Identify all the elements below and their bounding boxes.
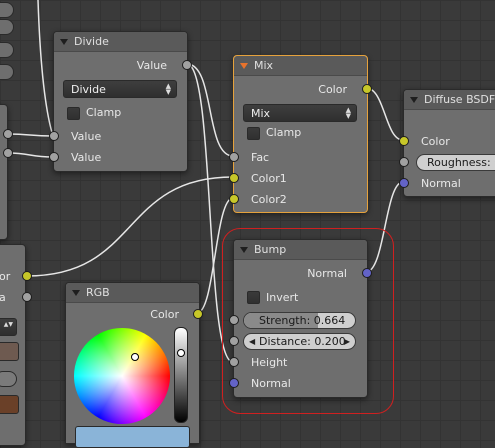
link-bump-to-diffuse-normal <box>365 181 404 273</box>
dropdown-arrows-icon: ▲▼ <box>345 106 351 120</box>
bump-input-normal-socket[interactable] <box>229 378 239 388</box>
mix-node-header[interactable]: Mix <box>234 56 367 76</box>
left-node-color-swatch-1[interactable] <box>0 342 19 361</box>
increment-arrow-icon[interactable]: ▶ <box>344 337 350 346</box>
mix-input-color2-socket[interactable] <box>229 194 239 204</box>
mix-node[interactable]: Mix Color Mix ▲ ▼ Clamp Fac Color1 Color2 <box>233 55 368 213</box>
diffuse-input-roughness-socket[interactable] <box>399 157 409 167</box>
bump-output-socket[interactable] <box>362 268 372 278</box>
divide-input-value-2-label: Value <box>71 151 102 164</box>
collapse-triangle-icon[interactable] <box>410 96 418 103</box>
left-partial-node-upper[interactable] <box>0 104 8 240</box>
divide-operation-value: Divide <box>71 82 106 96</box>
mix-node-title: Mix <box>254 59 274 72</box>
collapse-triangle-icon[interactable] <box>72 289 80 296</box>
link-left-to-divide-value1 <box>7 133 54 137</box>
left-node-button-2[interactable] <box>0 19 14 35</box>
bump-input-normal-label: Normal <box>251 377 291 390</box>
rgb-output-socket[interactable] <box>193 309 203 319</box>
rgb-output-label: Color <box>150 308 179 321</box>
bump-output-label: Normal <box>307 267 347 280</box>
collapse-triangle-icon[interactable] <box>240 62 248 69</box>
left-node-button-1[interactable] <box>0 2 14 18</box>
diffuse-input-color-label: Color <box>421 135 450 148</box>
diffuse-node-header[interactable]: Diffuse BSDF <box>404 90 495 110</box>
diffuse-node-title: Diffuse BSDF <box>424 93 495 106</box>
left-node-color-swatch-2[interactable] <box>0 395 19 414</box>
divide-node-header[interactable]: Divide <box>54 32 187 52</box>
mix-blend-type-dropdown[interactable]: Mix ▲ ▼ <box>243 104 357 122</box>
mix-clamp-checkbox[interactable] <box>247 127 260 140</box>
rgb-node-header[interactable]: RGB <box>66 283 199 303</box>
mix-input-fac-label: Fac <box>251 151 270 164</box>
mix-clamp-label: Clamp <box>266 126 302 139</box>
brightness-slider-handle[interactable] <box>177 349 185 357</box>
collapse-triangle-icon[interactable] <box>240 246 248 253</box>
left-node-output-socket-2[interactable] <box>3 148 13 158</box>
mix-output-socket[interactable] <box>362 84 372 94</box>
bump-node[interactable]: Bump Normal Invert Strength: 0.664 ◀ Dis… <box>233 239 368 398</box>
divide-node[interactable]: Divide Value Divide ▲ ▼ Clamp Value Value <box>53 31 188 172</box>
link-left-wire-into-divide <box>37 0 54 137</box>
bump-strength-socket[interactable] <box>229 315 239 325</box>
left-node-color-output-socket[interactable] <box>22 271 32 281</box>
left-node-output-socket-1[interactable] <box>3 129 13 139</box>
left-node-socket-label-2: a <box>0 291 6 304</box>
divide-input-socket-2[interactable] <box>49 152 59 162</box>
left-node-button-3[interactable] <box>0 42 14 58</box>
rgb-node[interactable]: RGB Color <box>65 282 200 448</box>
mix-input-fac-socket[interactable] <box>229 152 239 162</box>
color-wheel-picker[interactable] <box>131 353 139 361</box>
divide-operation-dropdown[interactable]: Divide ▲ ▼ <box>63 80 177 98</box>
diffuse-bsdf-node[interactable]: Diffuse BSDF Color Roughness: 0 Normal <box>403 89 495 197</box>
left-node-button-4[interactable] <box>0 64 14 80</box>
bump-invert-label: Invert <box>266 291 299 304</box>
diffuse-roughness-label: Roughness: <box>427 156 491 169</box>
dropdown-arrows-icon: ▲▼ <box>3 321 13 328</box>
diffuse-input-normal-label: Normal <box>421 177 461 190</box>
divide-node-title: Divide <box>74 35 109 48</box>
mix-output-label: Color <box>318 83 347 96</box>
link-left-to-mix-color1 <box>26 176 234 277</box>
divide-input-value-1-label: Value <box>71 130 102 143</box>
divide-clamp-label: Clamp <box>86 106 122 119</box>
link-mix-to-diffuse-color <box>365 87 404 141</box>
bump-distance-field[interactable]: ◀ Distance: 0.200 ▶ <box>243 333 356 350</box>
brightness-slider[interactable] <box>174 327 188 423</box>
divide-clamp-checkbox[interactable] <box>67 107 80 120</box>
mix-blend-type-value: Mix <box>251 106 271 120</box>
rgb-node-title: RGB <box>86 286 110 299</box>
bump-invert-checkbox[interactable] <box>247 291 260 304</box>
bump-input-height-socket[interactable] <box>229 357 239 367</box>
bump-strength-slider[interactable]: Strength: 0.664 <box>243 312 356 329</box>
diffuse-roughness-field[interactable]: Roughness: 0 <box>416 154 495 171</box>
link-rgb-to-mix-color2 <box>196 197 234 314</box>
left-node-socket-label-1: or <box>0 270 11 283</box>
collapse-triangle-icon[interactable] <box>60 38 68 45</box>
bump-strength-label: Strength: <box>259 314 311 327</box>
left-node-dropdown[interactable]: ▲▼ <box>0 318 17 336</box>
divide-output-socket[interactable] <box>182 60 192 70</box>
diffuse-input-color-socket[interactable] <box>399 136 409 146</box>
bump-distance-value: 0.200 <box>314 335 346 348</box>
divide-input-socket-1[interactable] <box>49 131 59 141</box>
diffuse-input-normal-socket[interactable] <box>399 178 409 188</box>
rgb-color-swatch[interactable] <box>75 426 190 448</box>
mix-input-color1-socket[interactable] <box>229 173 239 183</box>
bump-input-height-label: Height <box>251 356 288 369</box>
bump-node-title: Bump <box>254 243 287 256</box>
left-node-button-5[interactable] <box>0 371 17 387</box>
link-left-to-divide-value2 <box>7 152 54 158</box>
bump-distance-socket[interactable] <box>229 336 239 346</box>
mix-input-color2-label: Color2 <box>251 193 287 206</box>
bump-strength-value: 0.664 <box>313 314 346 327</box>
color-wheel[interactable] <box>74 328 170 424</box>
left-node-value-output-socket[interactable] <box>22 292 32 302</box>
bump-node-header[interactable]: Bump <box>234 240 367 260</box>
divide-output-label: Value <box>136 59 167 72</box>
dropdown-arrows-icon: ▲▼ <box>165 82 171 96</box>
bump-distance-label: Distance: <box>259 335 311 348</box>
link-divide-to-mix-fac <box>186 63 234 157</box>
mix-input-color1-label: Color1 <box>251 172 287 185</box>
